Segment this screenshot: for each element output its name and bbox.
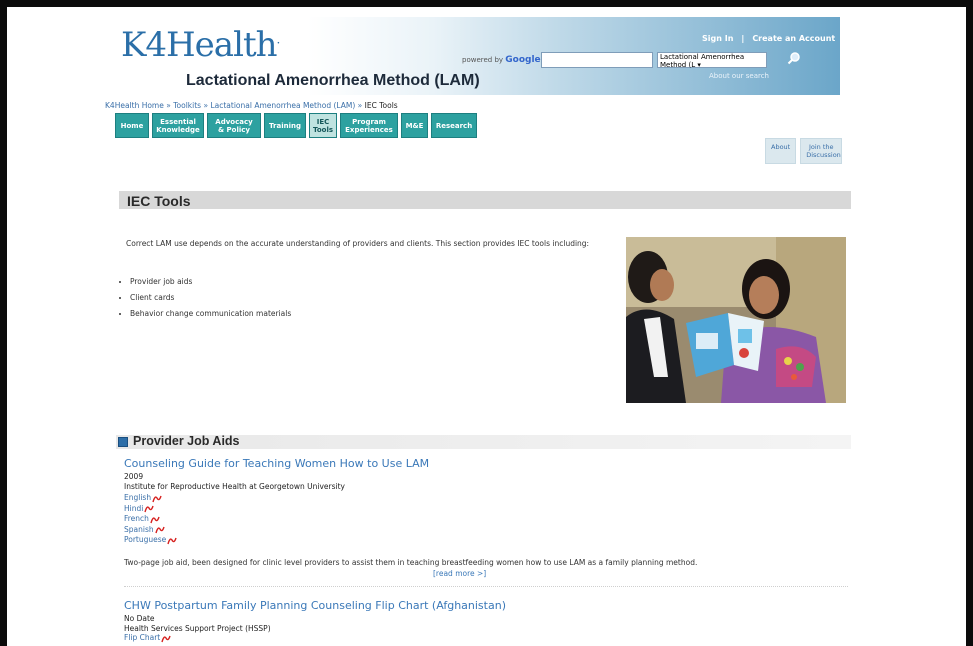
section-bullet-icon [118, 437, 128, 447]
section-title-bar [119, 191, 851, 209]
list-item: Behavior change communication materials [130, 306, 291, 322]
tab-research[interactable]: Research [431, 113, 477, 138]
search-input[interactable] [541, 52, 653, 68]
tab-home[interactable]: Home [115, 113, 149, 138]
download-links: Flip Chart [124, 633, 171, 644]
resource-org: Institute for Reproductive Health at Geo… [124, 481, 345, 491]
breadcrumb-home[interactable]: K4Health Home [105, 101, 164, 110]
pdf-icon [154, 527, 165, 534]
about-search-link[interactable]: About our search [709, 72, 769, 80]
join-discussion-button[interactable]: Join the Discussion [800, 138, 843, 164]
list-item: Client cards [130, 290, 291, 306]
breadcrumb-current: IEC Tools [364, 101, 398, 110]
tab-essential-knowledge[interactable]: Essential Knowledge [152, 113, 204, 138]
job-aids-heading: Provider Job Aids [133, 434, 240, 448]
intro-text: Correct LAM use depends on the accurate … [126, 239, 590, 248]
pdf-icon [150, 516, 160, 523]
k4health-logo[interactable]: K4Health. [121, 25, 280, 65]
resource-description: Two-page job aid, been designed for clin… [124, 558, 698, 567]
logo-text: K4Health [121, 25, 278, 65]
resource-year: 2009 [124, 472, 144, 481]
breadcrumb-toolkits[interactable]: Toolkits [173, 101, 201, 110]
account-links: Sign In | Create an Account [702, 34, 836, 43]
toolkit-title: Lactational Amenorrhea Method (LAM) [186, 72, 480, 89]
download-link[interactable]: Hindi [124, 504, 177, 515]
download-link[interactable]: Spanish [124, 525, 177, 536]
page-title: IEC Tools [127, 193, 191, 209]
resource-title-link[interactable]: CHW Postpartum Family Planning Counselin… [124, 599, 506, 612]
list-item: Provider job aids [130, 274, 291, 290]
tab-program-experiences[interactable]: Program Experiences [340, 113, 398, 138]
breadcrumb-lam[interactable]: Lactational Amenorrhea Method (LAM) [210, 101, 355, 110]
magnifier-icon [787, 52, 800, 65]
divider [124, 586, 848, 587]
page: K4Health. Lactational Amenorrhea Method … [100, 7, 866, 646]
download-link[interactable]: English [124, 493, 177, 504]
resource-org: Health Services Support Project (HSSP) [124, 623, 271, 633]
download-links: English Hindi French Spanish Portuguese [124, 493, 177, 546]
search-button[interactable] [786, 50, 802, 66]
resource-year: No Date [124, 614, 155, 623]
site-header: K4Health. Lactational Amenorrhea Method … [100, 17, 840, 95]
download-link[interactable]: French [124, 514, 177, 525]
screenshot-frame: K4Health. Lactational Amenorrhea Method … [0, 0, 973, 646]
about-button[interactable]: About [765, 138, 797, 164]
tab-m-and-e[interactable]: M&E [401, 113, 428, 138]
powered-by-google: powered by Google [462, 55, 541, 65]
pdf-icon [144, 506, 154, 513]
create-account-link[interactable]: Create an Account [752, 34, 835, 43]
resource-meta: 2009 Institute for Reproductive Health a… [124, 472, 345, 491]
pdf-icon [167, 537, 177, 544]
resource-title-link[interactable]: Counseling Guide for Teaching Women How … [124, 457, 429, 470]
pdf-icon [152, 495, 162, 502]
download-link[interactable]: Portuguese [124, 535, 177, 546]
toolkit-nav: Home Essential Knowledge Advocacy & Poli… [115, 113, 477, 138]
breadcrumb: K4Health Home » Toolkits » Lactational A… [105, 101, 398, 110]
pdf-icon [161, 635, 171, 642]
tool-list: Provider job aids Client cards Behavior … [120, 274, 291, 322]
search-scope-select[interactable]: Lactational Amenorrhea Method (L ▾ [657, 52, 767, 69]
read-more-link[interactable]: [read more >] [433, 569, 486, 578]
download-link[interactable]: Flip Chart [124, 633, 171, 644]
tab-iec-tools[interactable]: IEC Tools [309, 113, 337, 138]
tab-training[interactable]: Training [264, 113, 306, 138]
resource-meta: No Date Health Services Support Project … [124, 614, 271, 633]
counseling-photo [626, 237, 846, 403]
sign-in-link[interactable]: Sign In [702, 34, 733, 43]
tab-advocacy-policy[interactable]: Advocacy & Policy [207, 113, 261, 138]
side-buttons: About Join the Discussion [765, 138, 843, 164]
